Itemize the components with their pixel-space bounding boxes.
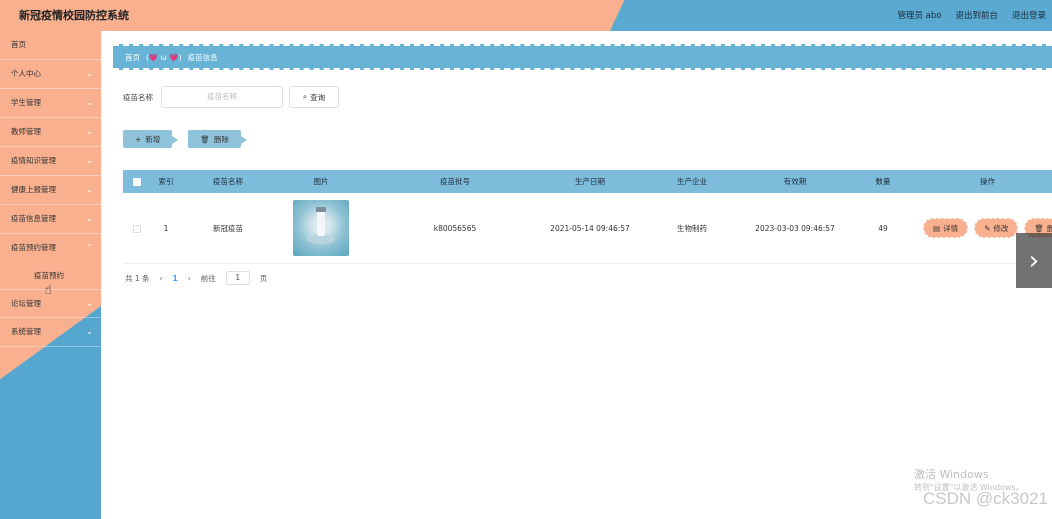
hand-cursor-icon: ☝ bbox=[44, 283, 52, 298]
breadcrumb-home[interactable]: 首页 bbox=[125, 52, 140, 63]
sidebar-item-epidemic-knowledge[interactable]: 疫情知识管理 ⌄ bbox=[0, 147, 101, 176]
table-header: 索引 疫苗名称 图片 疫苗批号 生产日期 生产企业 有效期 数量 操作 bbox=[123, 170, 1052, 193]
cell-quantity: 49 bbox=[878, 223, 888, 233]
pager-current[interactable]: 1 bbox=[173, 274, 178, 283]
chevron-down-icon: ⌄ bbox=[86, 156, 93, 165]
cell-company: 生物制药 bbox=[677, 223, 707, 233]
edit-button[interactable]: ✎ 修改 bbox=[974, 218, 1019, 238]
header-operations: 操作 bbox=[980, 177, 995, 186]
sidebar-item-vaccine-appointment[interactable]: 疫苗预约管理 ⌃ bbox=[0, 234, 101, 263]
chevron-down-icon: ⌄ bbox=[86, 214, 93, 223]
cell-index: 1 bbox=[163, 223, 169, 233]
chevron-down-icon: ⌄ bbox=[86, 185, 93, 194]
plus-icon: + bbox=[135, 134, 142, 144]
breadcrumb: 首页 (💗 ω 💗) 疫苗信息 bbox=[113, 44, 1052, 70]
sidebar-item-personal[interactable]: 个人中心 ⌄ bbox=[0, 60, 101, 89]
sidebar-item-system[interactable]: 系统管理 ⌄ bbox=[0, 318, 101, 347]
sidebar-item-students[interactable]: 学生管理 ⌄ bbox=[0, 89, 101, 118]
page-jump-input[interactable]: 1 bbox=[225, 271, 250, 285]
exit-front-link[interactable]: 退出到前台 bbox=[955, 9, 998, 21]
edit-icon: ✎ bbox=[984, 223, 991, 233]
csdn-watermark: CSDN @ck3021 bbox=[923, 489, 1048, 508]
detail-button[interactable]: ▤ 详情 bbox=[923, 218, 969, 238]
logout-link[interactable]: 退出登录 bbox=[1012, 9, 1046, 21]
header-name: 疫苗名称 bbox=[213, 177, 243, 186]
chevron-down-icon: ⌄ bbox=[86, 69, 93, 78]
cell-expiry: 2023-03-03 09:46:57 bbox=[755, 223, 835, 233]
header-image: 图片 bbox=[313, 177, 329, 186]
prev-page-icon[interactable]: ‹ bbox=[160, 274, 163, 283]
sidebar-item-health-report[interactable]: 健康上报管理 ⌄ bbox=[0, 176, 101, 205]
search-label: 疫苗名称 bbox=[123, 92, 153, 102]
vaccine-table: 索引 疫苗名称 图片 疫苗批号 生产日期 生产企业 有效期 数量 操作 1 新冠… bbox=[123, 170, 1052, 264]
breadcrumb-emoji: (💗 ω 💗) bbox=[146, 52, 182, 62]
chevron-down-icon: ⌄ bbox=[86, 327, 93, 336]
pager-goto: 前往 bbox=[200, 273, 216, 283]
chevron-down-icon: ⌄ bbox=[86, 299, 93, 308]
search-icon: ⌕ bbox=[302, 92, 308, 101]
trash-icon: 🗑 bbox=[1034, 223, 1044, 233]
header-links: 管理员 abo 退出到前台 退出登录 bbox=[897, 9, 1052, 21]
row-checkbox[interactable] bbox=[133, 224, 141, 233]
chevron-down-icon: ⌄ bbox=[86, 98, 93, 107]
header-batch: 疫苗批号 bbox=[440, 177, 470, 186]
admin-label: 管理员 abo bbox=[897, 11, 942, 21]
sidebar-item-teachers[interactable]: 教师管理 ⌄ bbox=[0, 118, 101, 147]
pager-total: 共 1 条 bbox=[125, 273, 150, 283]
header-quantity: 数量 bbox=[875, 177, 891, 186]
header-index: 索引 bbox=[158, 177, 174, 186]
top-header: 新冠疫情校园防控系统 管理员 abo 退出到前台 退出登录 bbox=[0, 0, 1052, 31]
delete-button[interactable]: 🗑 删除 bbox=[188, 130, 247, 148]
sidebar: 首页 个人中心 ⌄ 学生管理 ⌄ 教师管理 ⌄ 疫情知识管理 ⌄ 健康上报管理 ⌄ 疫苗信… bbox=[0, 31, 101, 519]
add-button[interactable]: + 新增 bbox=[123, 130, 179, 148]
app-title: 新冠疫情校园防控系统 bbox=[19, 9, 129, 22]
chevron-up-icon: ⌃ bbox=[86, 243, 93, 252]
pagination: 共 1 条 ‹ 1 › 前往 1 页 bbox=[125, 271, 267, 285]
select-all-checkbox[interactable] bbox=[133, 178, 141, 186]
search-bar: 疫苗名称 疫苗名称 ⌕ 查询 bbox=[123, 86, 339, 108]
cell-batch: k80056565 bbox=[433, 223, 477, 233]
header-expiry: 有效期 bbox=[783, 177, 807, 186]
trash-icon: 🗑 bbox=[200, 134, 210, 144]
header-production-date: 生产日期 bbox=[575, 177, 605, 186]
header-company: 生产企业 bbox=[677, 177, 707, 186]
chevron-down-icon: ⌄ bbox=[86, 127, 93, 136]
table-row: 1 新冠疫苗 k80056565 2021-05-14 09:46:57 生物制… bbox=[123, 193, 1052, 264]
chevron-right-icon[interactable]: › bbox=[1016, 233, 1052, 288]
document-icon: ▤ bbox=[933, 223, 941, 233]
cell-production-date: 2021-05-14 09:46:57 bbox=[550, 223, 630, 233]
pager-unit: 页 bbox=[259, 273, 268, 283]
vaccine-image bbox=[293, 200, 349, 256]
sidebar-item-home[interactable]: 首页 bbox=[0, 31, 101, 60]
cell-name: 新冠疫苗 bbox=[213, 223, 243, 233]
vaccine-name-input[interactable]: 疫苗名称 bbox=[161, 86, 283, 108]
breadcrumb-current: 疫苗信息 bbox=[187, 52, 218, 62]
sidebar-item-vaccine-info[interactable]: 疫苗信息管理 ⌄ bbox=[0, 205, 101, 234]
action-bar: + 新增 🗑 删除 bbox=[123, 130, 247, 148]
main-content: 首页 (💗 ω 💗) 疫苗信息 疫苗名称 疫苗名称 ⌕ 查询 + 新增 🗑 删除… bbox=[101, 31, 1052, 519]
next-page-icon[interactable]: › bbox=[188, 274, 191, 283]
query-button[interactable]: ⌕ 查询 bbox=[289, 86, 339, 108]
